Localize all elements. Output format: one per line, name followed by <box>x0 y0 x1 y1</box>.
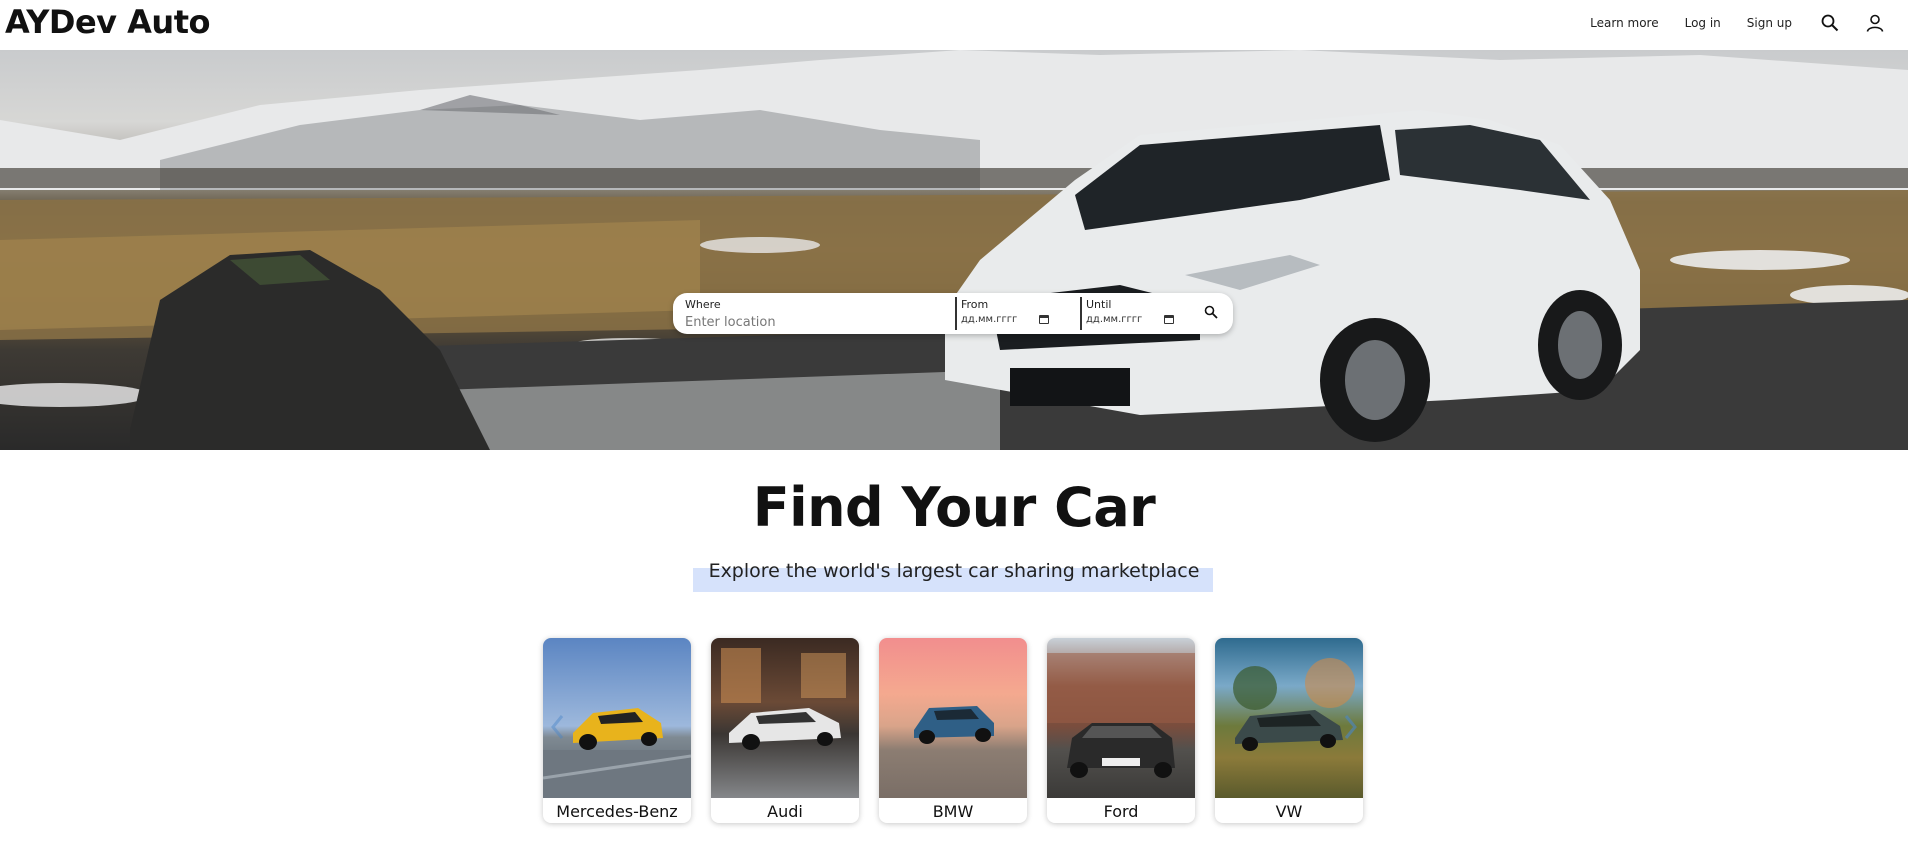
nav-log-in-link[interactable]: Log in <box>1685 16 1721 30</box>
hero-banner: Where From дд.мм.гггг Until дд.мм.гггг <box>0 50 1908 450</box>
brand-name: Audi <box>767 802 803 821</box>
calendar-icon[interactable] <box>1164 315 1174 324</box>
from-label: From <box>961 298 989 311</box>
search-submit-icon[interactable] <box>1204 305 1222 323</box>
brand-card-audi[interactable]: Audi <box>711 638 859 823</box>
where-field: Where <box>685 298 945 330</box>
search-bar: Where From дд.мм.гггг Until дд.мм.гггг <box>673 293 1233 334</box>
until-date-value[interactable]: дд.мм.гггг <box>1086 314 1164 325</box>
where-label: Where <box>685 298 721 311</box>
logo[interactable]: AYDev Auto <box>5 3 210 41</box>
brand-card-ford[interactable]: Ford <box>1047 638 1195 823</box>
brand-image <box>711 638 859 798</box>
from-date-value[interactable]: дд.мм.гггг <box>961 314 1039 325</box>
page-title: Find Your Car <box>752 476 1156 539</box>
user-icon[interactable] <box>1863 11 1887 35</box>
search-icon[interactable] <box>1818 11 1842 35</box>
hero-image <box>0 50 1908 450</box>
location-input[interactable] <box>685 315 945 330</box>
brand-name: VW <box>1275 802 1303 821</box>
field-divider <box>955 297 957 330</box>
site-header: AYDev Auto Learn more Log in Sign up <box>0 0 1908 50</box>
brand-name: Ford <box>1103 802 1139 821</box>
from-date-field[interactable]: From дд.мм.гггг <box>961 298 1071 325</box>
carousel-prev-icon[interactable] <box>548 712 568 742</box>
brand-card-bmw[interactable]: BMW <box>879 638 1027 823</box>
nav-sign-up-link[interactable]: Sign up <box>1747 16 1792 30</box>
field-divider <box>1080 297 1082 330</box>
brand-image <box>1047 638 1195 798</box>
until-date-field[interactable]: Until дд.мм.гггг <box>1086 298 1196 325</box>
carousel-next-icon[interactable] <box>1340 712 1360 742</box>
brand-name: BMW <box>932 802 974 821</box>
until-label: Until <box>1086 298 1112 311</box>
brand-name: Mercedes-Benz <box>556 802 678 821</box>
calendar-icon[interactable] <box>1039 315 1049 324</box>
nav-learn-more-link[interactable]: Learn more <box>1590 16 1658 30</box>
brand-image <box>879 638 1027 798</box>
page-subtitle: Explore the world's largest car sharing … <box>708 560 1200 582</box>
main-nav: Learn more Log in Sign up <box>1590 0 1908 45</box>
